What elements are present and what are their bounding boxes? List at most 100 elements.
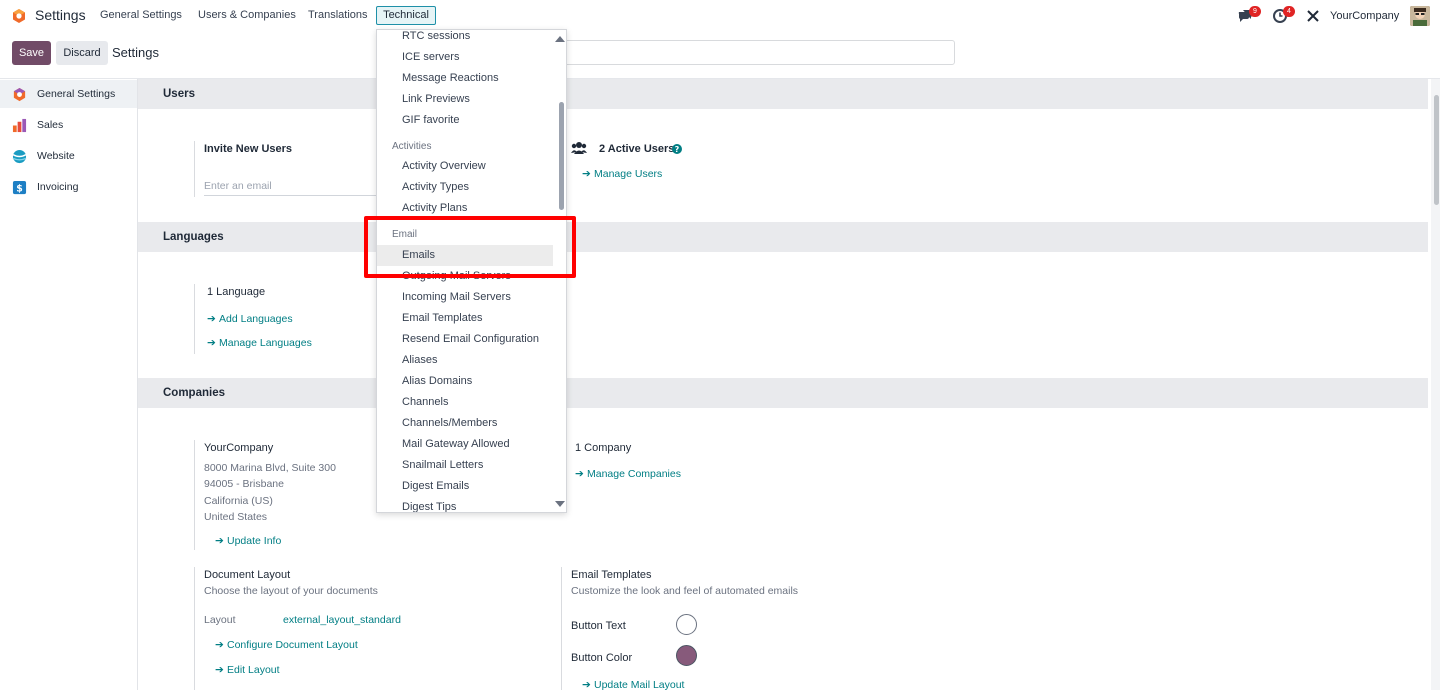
edit-layout-link[interactable]: ➔ Edit Layout (215, 664, 280, 676)
email-input-underline (204, 195, 384, 196)
company-name: YourCompany (204, 442, 274, 454)
sidebar-item-label: Invoicing (37, 181, 79, 193)
menu-item-link-previews[interactable]: Link Previews (402, 93, 470, 105)
menu-technical[interactable]: Technical (376, 6, 436, 25)
sidebar-item-label: General Settings (37, 88, 116, 100)
add-languages-link[interactable]: ➔ Add Languages (207, 313, 293, 325)
sidebar-item-invoicing[interactable]: $ Invoicing (0, 173, 137, 201)
menu-item-ice-servers[interactable]: ICE servers (402, 51, 459, 63)
configure-document-layout-link[interactable]: ➔ Configure Document Layout (215, 639, 358, 651)
arrow-right-icon: ➔ (207, 313, 216, 325)
activities-badge: 4 (1283, 6, 1295, 17)
document-layout-title: Document Layout (204, 569, 291, 581)
svg-text:?: ? (675, 145, 680, 154)
button-text-color-picker[interactable] (676, 614, 697, 635)
setting-left-bar (194, 141, 195, 197)
user-avatar[interactable] (1410, 6, 1430, 26)
button-color-label: Button Color (571, 652, 633, 664)
scroll-up-icon[interactable] (555, 36, 565, 42)
page-scrollbar-thumb[interactable] (1434, 95, 1439, 205)
search-input[interactable] (540, 40, 955, 65)
arrow-right-icon: ➔ (575, 468, 584, 480)
arrow-right-icon: ➔ (215, 535, 224, 547)
messages-badge: 9 (1249, 6, 1261, 17)
menu-item-digest-emails[interactable]: Digest Emails (402, 480, 469, 492)
update-mail-layout-link[interactable]: ➔ Update Mail Layout (582, 679, 684, 691)
menu-item-incoming-mail-servers[interactable]: Incoming Mail Servers (402, 291, 511, 303)
settings-app-icon[interactable] (11, 8, 27, 24)
button-text-label: Button Text (571, 620, 626, 632)
scroll-down-icon[interactable] (555, 501, 565, 507)
tools-icon[interactable] (1305, 8, 1321, 24)
company-switcher[interactable]: YourCompany (1330, 10, 1399, 22)
menu-item-email-templates[interactable]: Email Templates (402, 312, 483, 324)
setting-left-bar (561, 567, 562, 690)
menu-translations[interactable]: Translations (308, 9, 368, 21)
language-count: 1 Language (207, 286, 266, 298)
company-address-line: 94005 - Brisbane (204, 478, 284, 490)
layout-value-link[interactable]: external_layout_standard (283, 614, 401, 626)
settings-main: Users Invite New Users Enter an email 2 … (138, 79, 1440, 691)
email-templates-desc: Customize the look and feel of automated… (571, 585, 799, 597)
section-title: Languages (163, 231, 224, 243)
discard-button[interactable]: Discard (56, 41, 108, 65)
manage-languages-link[interactable]: ➔ Manage Languages (207, 337, 312, 349)
arrow-right-icon: ➔ (207, 337, 216, 349)
invite-users-title: Invite New Users (204, 143, 293, 155)
menu-item-rtc-sessions[interactable]: RTC sessions (402, 30, 470, 42)
manage-users-link[interactable]: ➔ Manage Users (582, 168, 662, 180)
sidebar-item-general-settings[interactable]: General Settings (0, 80, 137, 108)
invoicing-icon: $ (12, 180, 27, 194)
menu-item-gif-favorite[interactable]: GIF favorite (402, 114, 459, 126)
email-templates-title: Email Templates (571, 569, 652, 581)
svg-text:$: $ (16, 183, 23, 194)
section-title: Companies (163, 387, 225, 399)
sidebar-item-label: Website (37, 150, 75, 162)
update-info-link[interactable]: ➔ Update Info (215, 535, 281, 547)
menu-item-activity-plans[interactable]: Activity Plans (402, 202, 467, 214)
users-icon (571, 142, 587, 154)
sidebar-item-website[interactable]: Website (0, 142, 137, 170)
sales-icon (12, 118, 27, 133)
save-button[interactable]: Save (12, 41, 51, 65)
menu-item-channels-members[interactable]: Channels/Members (402, 417, 497, 429)
sidebar-item-label: Sales (37, 119, 64, 131)
arrow-right-icon: ➔ (215, 664, 224, 676)
menu-item-resend-email-configuration[interactable]: Resend Email Configuration (402, 333, 539, 345)
menu-item-channels[interactable]: Channels (402, 396, 448, 408)
settings-sidebar: General Settings Sales Website $ Invoici… (0, 79, 138, 690)
menu-users-companies[interactable]: Users & Companies (198, 9, 296, 21)
menu-item-activity-types[interactable]: Activity Types (402, 181, 469, 193)
company-address-line: California (US) (204, 495, 273, 507)
menu-item-alias-domains[interactable]: Alias Domains (402, 375, 472, 387)
company-address-line: United States (204, 511, 268, 523)
section-header-companies: Companies (138, 378, 1428, 408)
menu-item-activity-overview[interactable]: Activity Overview (402, 160, 486, 172)
active-users-count: 2 Active Users (599, 143, 675, 155)
help-icon[interactable]: ? (672, 144, 682, 154)
menu-item-digest-tips[interactable]: Digest Tips (402, 501, 456, 512)
sidebar-item-sales[interactable]: Sales (0, 111, 137, 139)
setting-left-bar (194, 567, 195, 690)
arrow-right-icon: ➔ (215, 639, 224, 651)
menu-item-snailmail-letters[interactable]: Snailmail Letters (402, 459, 483, 471)
invite-email-input[interactable]: Enter an email (204, 180, 272, 192)
app-title[interactable]: Settings (35, 7, 86, 23)
menu-section-activities: Activities (392, 141, 432, 152)
section-header-languages: Languages (138, 222, 1428, 252)
dropdown-scrollbar-thumb[interactable] (559, 102, 564, 210)
highlight-annotation-box (364, 216, 576, 278)
menu-item-message-reactions[interactable]: Message Reactions (402, 72, 499, 84)
avatar-image (1410, 6, 1430, 26)
menu-item-mail-gateway-allowed[interactable]: Mail Gateway Allowed (402, 438, 510, 450)
company-count: 1 Company (575, 442, 632, 454)
arrow-right-icon: ➔ (582, 679, 591, 691)
menu-item-aliases[interactable]: Aliases (402, 354, 437, 366)
manage-companies-link[interactable]: ➔ Manage Companies (575, 468, 681, 480)
breadcrumb: Settings (112, 45, 159, 60)
arrow-right-icon: ➔ (582, 168, 591, 180)
layout-label: Layout (204, 614, 236, 626)
menu-general-settings[interactable]: General Settings (100, 9, 182, 21)
button-color-picker[interactable] (676, 645, 697, 666)
settings-icon (13, 87, 26, 102)
